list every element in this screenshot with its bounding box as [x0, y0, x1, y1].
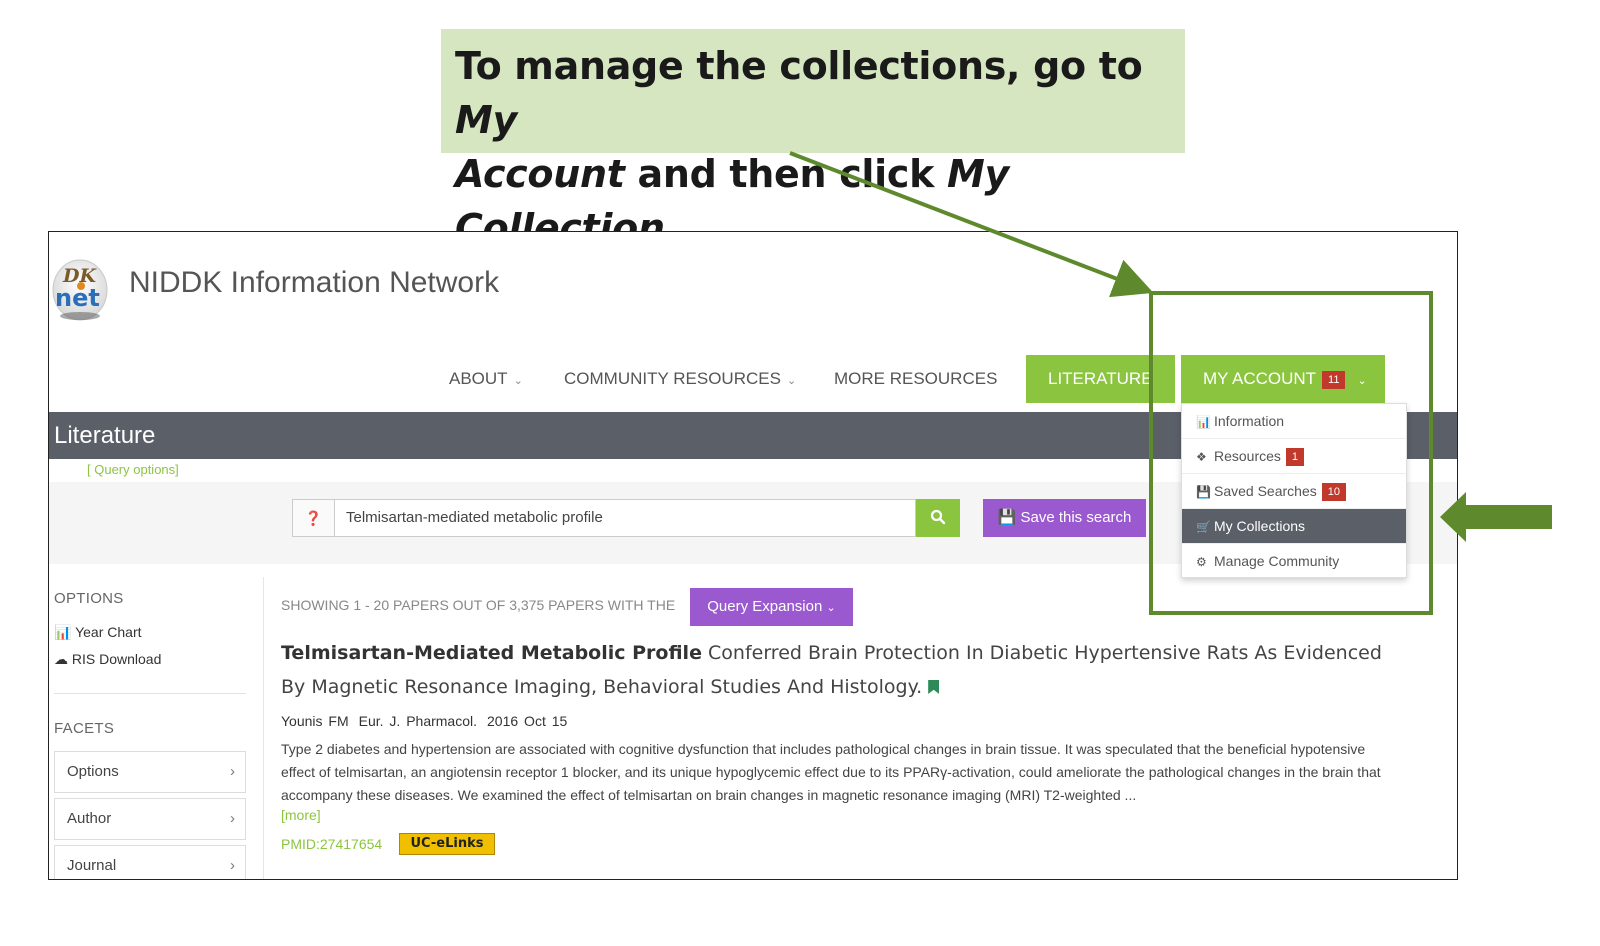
save-search-button[interactable]: 💾 Save this search: [983, 499, 1146, 537]
logo-text-net: net: [55, 284, 100, 312]
query-expansion-button[interactable]: Query Expansion ⌄: [690, 588, 853, 626]
paper-title[interactable]: Telmisartan-Mediated Metabolic Profile C…: [281, 636, 1401, 704]
help-icon[interactable]: ❓: [293, 500, 335, 536]
paper-date: 2016 Oct 15: [487, 713, 568, 729]
paper-journal: Eur. J. Pharmacol.: [358, 713, 478, 729]
results-count: SHOWING 1 - 20 PAPERS OUT OF 3,375 PAPER…: [281, 597, 676, 613]
search-input[interactable]: [346, 500, 906, 536]
highlight-box: [1149, 291, 1433, 615]
nav-more-resources[interactable]: MORE RESOURCES: [834, 355, 997, 403]
paper-abstract: Type 2 diabetes and hypertension are ass…: [281, 741, 1381, 803]
facet-label: Options: [67, 763, 119, 780]
nav-community-resources-label: COMMUNITY RESOURCES: [564, 369, 781, 388]
instruction-callout: To manage the collections, go to My Acco…: [441, 29, 1185, 250]
floppy-disk-icon: 💾: [997, 509, 1017, 526]
nav-literature-label: LITERATURE: [1048, 369, 1153, 388]
facet-label: Author: [67, 810, 112, 827]
ris-download-link[interactable]: ☁ RIS Download: [54, 651, 161, 668]
dknet-logo: DK net: [52, 259, 108, 321]
facet-options[interactable]: Options ›: [54, 751, 246, 793]
year-chart-label: Year Chart: [75, 624, 142, 640]
pmid-link[interactable]: PMID:27417654: [281, 836, 382, 852]
sidebar-divider: [54, 693, 246, 694]
search-button[interactable]: [916, 499, 960, 537]
uc-elinks-button[interactable]: UC-eLinks: [399, 833, 495, 855]
sidebar-vertical-divider: [263, 577, 264, 879]
paper-author: Younis FM: [281, 713, 349, 729]
chevron-down-icon: ⌄: [786, 375, 797, 387]
ris-download-label: RIS Download: [71, 651, 162, 667]
options-heading: OPTIONS: [54, 590, 124, 607]
paper-title-highlight: Telmisartan-Mediated Metabolic Profile: [281, 642, 702, 664]
callout-text-2: and then click: [624, 152, 948, 196]
callout-emphasis-1: My: [455, 98, 517, 142]
search-icon: [930, 509, 946, 525]
query-expansion-label: Query Expansion: [707, 598, 823, 615]
chevron-right-icon: ›: [230, 810, 235, 827]
cloud-download-icon: ☁: [54, 651, 68, 667]
year-chart-link[interactable]: 📊 Year Chart: [54, 624, 142, 641]
section-title: Literature: [54, 422, 156, 449]
query-options-link[interactable]: [ Query options]: [87, 462, 179, 477]
nav-about-label: ABOUT: [449, 369, 508, 388]
nav-about[interactable]: ABOUT ⌄: [449, 355, 523, 403]
callout-emphasis-2: Account: [455, 152, 625, 196]
chevron-right-icon: ›: [230, 857, 235, 874]
more-link[interactable]: [more]: [281, 807, 321, 823]
facets-heading: FACETS: [54, 720, 115, 737]
facet-journal[interactable]: Journal ›: [54, 845, 246, 879]
chevron-down-icon: ⌄: [826, 602, 836, 614]
callout-text-1: To manage the collections, go to: [455, 44, 1143, 88]
nav-more-resources-label: MORE RESOURCES: [834, 369, 998, 388]
search-box: ❓: [292, 499, 916, 537]
bookmark-icon[interactable]: [928, 680, 940, 694]
bar-chart-icon: 📊: [54, 624, 72, 640]
chevron-down-icon: ⌄: [513, 375, 523, 387]
site-title[interactable]: NIDDK Information Network: [129, 266, 499, 300]
facet-label: Journal: [67, 857, 117, 874]
paper-meta: Younis FM Eur. J. Pharmacol. 2016 Oct 15: [281, 713, 577, 729]
facet-author[interactable]: Author ›: [54, 798, 246, 840]
chevron-right-icon: ›: [230, 763, 235, 780]
save-search-label: Save this search: [1020, 509, 1132, 526]
nav-community-resources[interactable]: COMMUNITY RESOURCES ⌄: [564, 355, 796, 403]
